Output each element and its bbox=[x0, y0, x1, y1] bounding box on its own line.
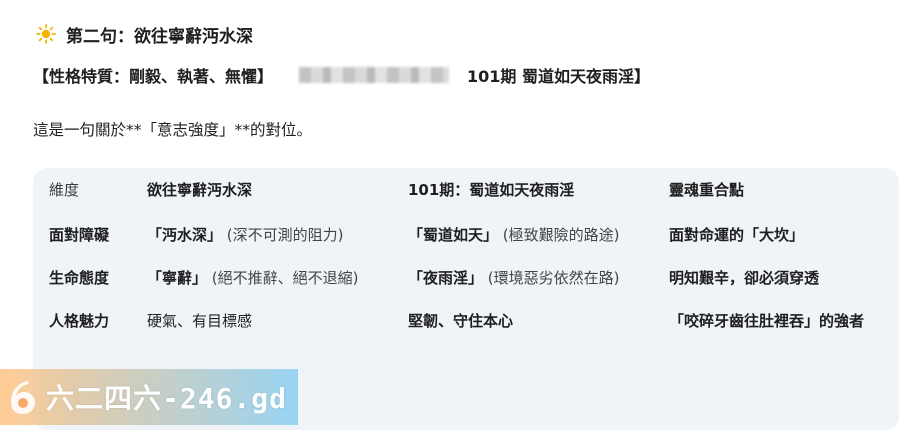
episode-quote: 「蜀道如天」 bbox=[408, 226, 499, 244]
table-header-row: 維度 欲往寧辭沔水深 101期：蜀道如天夜雨淫 靈魂重合點 bbox=[33, 168, 899, 214]
header-verse: 欲往寧辭沔水深 bbox=[147, 181, 253, 199]
section-heading: 第二句：欲往寧辭沔水深 bbox=[36, 20, 253, 48]
row-episode-cell: 堅韌、守住本心 bbox=[408, 312, 514, 330]
intro-paragraph: 這是一句關於**「意志強度」**的對位。 bbox=[33, 121, 313, 139]
table-row: 生命態度 「寧辭」 (絕不推辭、絕不退縮) 「夜雨淫」 (環境惡劣依然在路) 明… bbox=[33, 257, 899, 300]
header-episode: 101期：蜀道如天夜雨淫 bbox=[408, 181, 575, 199]
heading-title: 第二句：欲往寧辭沔水深 bbox=[66, 26, 253, 47]
row-episode-cell: 「蜀道如天」 (極致艱險的路途) bbox=[392, 214, 653, 257]
table-row: 面對障礙 「沔水深」 (深不可測的阻力) 「蜀道如天」 (極致艱險的路途) 面對… bbox=[33, 214, 899, 257]
traits-label: 【性格特質：剛毅、執著、無懼】 bbox=[33, 67, 274, 86]
verse-quote: 「寧辭」 bbox=[147, 269, 208, 287]
row-overlap-cell: 明知艱辛，卻必須穿透 bbox=[669, 269, 820, 287]
episode-note: (環境惡劣依然在路) bbox=[487, 269, 620, 287]
row-dimension: 人格魅力 bbox=[49, 312, 110, 330]
verse-note: (深不可測的阻力) bbox=[226, 226, 344, 244]
watermark-banner: 六二四六-246.gd bbox=[0, 369, 298, 425]
redacted-block bbox=[299, 67, 450, 83]
verse-quote: 「沔水深」 bbox=[147, 226, 223, 244]
row-overlap-cell: 面對命運的「大坎」 bbox=[669, 226, 805, 244]
row-verse-cell: 硬氣、有目標感 bbox=[147, 312, 253, 330]
traits-line: 【性格特質：剛毅、執著、無懼】 101期 蜀道如天夜雨淫】 bbox=[33, 61, 650, 89]
header-overlap: 靈魂重合點 bbox=[669, 181, 745, 199]
row-overlap-cell: 「咬碎牙齒往肚裡吞」的強者 bbox=[669, 312, 865, 330]
six-logo-icon bbox=[11, 381, 35, 414]
comparison-table: 維度 欲往寧辭沔水深 101期：蜀道如天夜雨淫 靈魂重合點 面對障礙 「沔水深」… bbox=[33, 168, 899, 343]
episode-note: (極致艱險的路途) bbox=[502, 226, 620, 244]
verse-note: (絕不推辭、絕不退縮) bbox=[211, 269, 359, 287]
watermark-text: 六二四六-246.gd bbox=[46, 382, 288, 415]
table-row: 人格魅力 硬氣、有目標感 堅韌、守住本心 「咬碎牙齒往肚裡吞」的強者 bbox=[33, 300, 899, 343]
episode-label: 101期 蜀道如天夜雨淫】 bbox=[467, 67, 650, 86]
row-verse-cell: 「沔水深」 (深不可測的阻力) bbox=[131, 214, 392, 257]
episode-quote: 「夜雨淫」 bbox=[408, 269, 484, 287]
header-dimension: 維度 bbox=[49, 181, 80, 199]
row-dimension: 面對障礙 bbox=[49, 226, 110, 244]
row-episode-cell: 「夜雨淫」 (環境惡劣依然在路) bbox=[392, 257, 653, 300]
sun-icon bbox=[36, 24, 56, 44]
row-verse-cell: 「寧辭」 (絕不推辭、絕不退縮) bbox=[131, 257, 392, 300]
row-dimension: 生命態度 bbox=[49, 269, 110, 287]
